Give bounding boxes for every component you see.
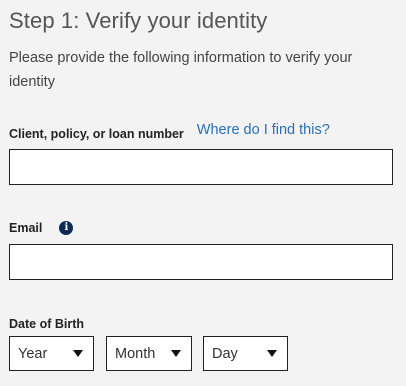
where-do-i-find-this-link[interactable]: Where do I find this? [197,122,330,138]
day-select[interactable]: Day [203,336,288,371]
month-select[interactable]: Month [106,336,192,371]
email-label: Email [9,221,43,235]
chevron-down-icon [267,350,277,357]
intro-text: Please provide the following information… [9,50,353,90]
month-select-value: Month [115,345,156,362]
email-input[interactable] [9,244,393,280]
year-select[interactable]: Year [9,336,94,371]
client-number-input[interactable] [9,149,393,185]
dob-label-row: Date of Birth [9,317,84,331]
chevron-down-icon [171,350,181,357]
year-select-value: Year [18,345,48,362]
info-icon[interactable]: i [59,221,74,235]
date-of-birth-label: Date of Birth [9,317,84,331]
page-title: Step 1: Verify your identity [9,8,268,33]
email-label-row: Email i [9,221,74,235]
day-select-value: Day [212,345,238,362]
chevron-down-icon [73,350,83,357]
client-number-label: Client, policy, or loan number [9,127,184,141]
client-number-label-row: Client, policy, or loan number Where do … [9,122,330,142]
